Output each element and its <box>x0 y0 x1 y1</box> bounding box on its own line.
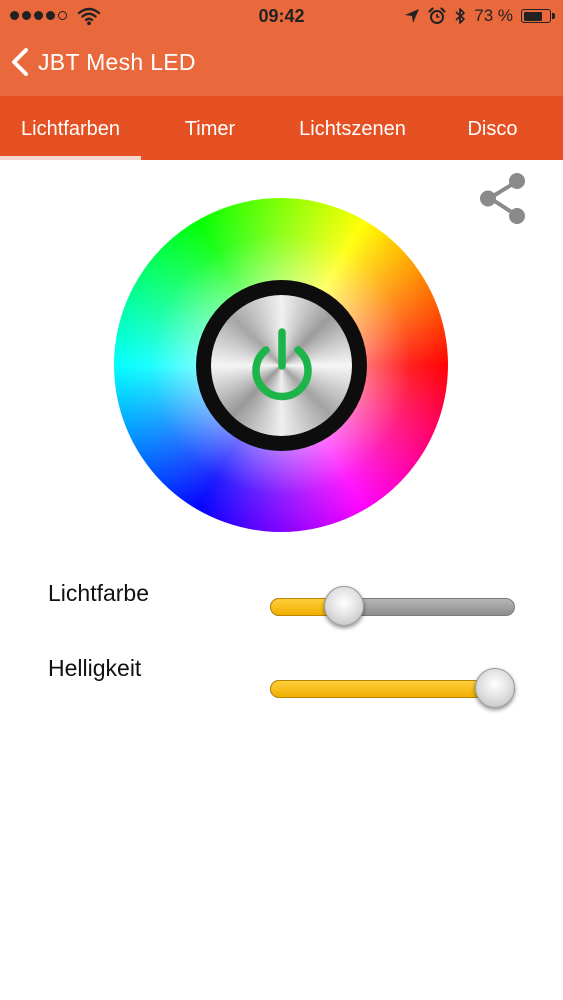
tab-lichtfarben[interactable]: Lichtfarben <box>0 96 141 160</box>
chevron-left-icon <box>12 48 28 76</box>
lichtfarbe-label: Lichtfarbe <box>48 580 150 606</box>
share-icon[interactable] <box>476 170 532 228</box>
slider-thumb[interactable] <box>324 586 364 626</box>
nav-title: JBT Mesh LED <box>38 48 196 75</box>
slider-thumb[interactable] <box>475 668 515 708</box>
status-right-group: 73 % <box>404 6 555 26</box>
lichtfarbe-slider[interactable] <box>270 586 515 626</box>
power-icon <box>251 327 312 400</box>
power-button[interactable] <box>211 295 352 436</box>
back-button[interactable]: JBT Mesh LED <box>10 47 196 77</box>
helligkeit-slider[interactable] <box>270 668 515 708</box>
slider-track-fill <box>270 680 495 698</box>
tab-selected-indicator <box>0 156 141 160</box>
helligkeit-label: Helligkeit <box>48 655 142 681</box>
tab-disco[interactable]: Disco <box>450 96 535 160</box>
tab-bar: Lichtfarben Timer Lichtszenen Disco <box>0 96 563 160</box>
tab-timer[interactable]: Timer <box>160 96 260 160</box>
navigation-bar: JBT Mesh LED <box>0 33 563 96</box>
bluetooth-icon <box>455 8 466 24</box>
battery-percent: 73 % <box>474 6 513 25</box>
battery-icon <box>521 9 555 23</box>
location-arrow-icon <box>405 9 420 23</box>
app-header: 09:42 73 % JBT Mesh LED <box>0 0 563 96</box>
status-bar: 09:42 73 % <box>0 0 563 33</box>
tab-lichtszenen[interactable]: Lichtszenen <box>280 96 425 160</box>
alarm-clock-icon <box>428 7 446 24</box>
